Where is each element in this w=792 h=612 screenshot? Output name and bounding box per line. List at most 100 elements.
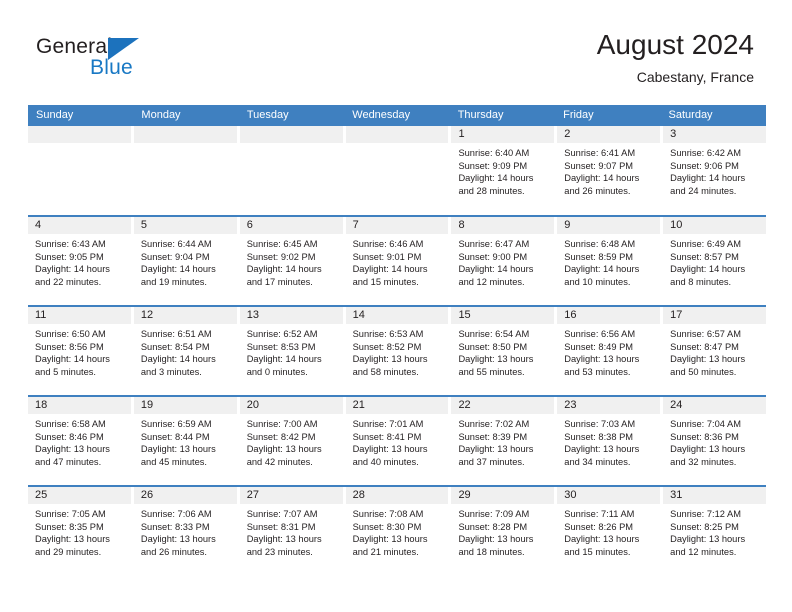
day-cell[interactable]: 28 Sunrise: 7:08 AM Sunset: 8:30 PM Dayl… [345, 487, 452, 575]
weekday-header-monday: Monday [141, 109, 181, 121]
day-cell[interactable]: 1 Sunrise: 6:40 AM Sunset: 9:09 PM Dayli… [451, 126, 558, 215]
day-cell[interactable]: 23 Sunrise: 7:03 AM Sunset: 8:38 PM Dayl… [557, 397, 664, 485]
day-cell[interactable]: 31 Sunrise: 7:12 AM Sunset: 8:25 PM Dayl… [663, 487, 767, 575]
day-cell[interactable]: 13 Sunrise: 6:52 AM Sunset: 8:53 PM Dayl… [239, 307, 346, 395]
daylight-text: Daylight: 13 hours and 32 minutes. [670, 444, 746, 467]
day-cell[interactable]: 17 Sunrise: 6:57 AM Sunset: 8:47 PM Dayl… [663, 307, 767, 395]
day-cell[interactable]: 14 Sunrise: 6:53 AM Sunset: 8:52 PM Dayl… [345, 307, 452, 395]
day-cell[interactable]: 2 Sunrise: 6:41 AM Sunset: 9:07 PM Dayli… [557, 126, 664, 215]
day-cell[interactable]: 22 Sunrise: 7:02 AM Sunset: 8:39 PM Dayl… [451, 397, 558, 485]
day-cell[interactable]: 6 Sunrise: 6:45 AM Sunset: 9:02 PM Dayli… [239, 217, 346, 305]
day-number: 27 [239, 487, 343, 504]
sunset-text: Sunset: 9:00 PM [458, 251, 528, 262]
day-details: Sunrise: 7:08 AM Sunset: 8:30 PM Dayligh… [346, 504, 449, 558]
day-number: 5 [133, 217, 237, 234]
sunrise-text: Sunrise: 6:51 AM [140, 329, 212, 339]
daylight-text: Daylight: 13 hours and 18 minutes. [458, 534, 534, 557]
day-cell[interactable]: 3 Sunrise: 6:42 AM Sunset: 9:06 PM Dayli… [663, 126, 767, 215]
day-cell[interactable]: 29 Sunrise: 7:09 AM Sunset: 8:28 PM Dayl… [451, 487, 558, 575]
daylight-text: Daylight: 13 hours and 37 minutes. [458, 444, 534, 467]
day-cell[interactable]: 11 Sunrise: 6:50 AM Sunset: 8:56 PM Dayl… [28, 307, 134, 395]
sunset-text: Sunset: 8:41 PM [352, 431, 422, 442]
day-cell[interactable]: 24 Sunrise: 7:04 AM Sunset: 8:36 PM Dayl… [663, 397, 767, 485]
daylight-text: Daylight: 14 hours and 3 minutes. [140, 354, 216, 377]
day-details: Sunrise: 6:44 AM Sunset: 9:04 PM Dayligh… [134, 234, 237, 288]
sunrise-text: Sunrise: 6:52 AM [246, 329, 318, 339]
day-number: 20 [239, 397, 343, 414]
day-cell [28, 126, 134, 215]
sunset-text: Sunset: 9:09 PM [458, 160, 528, 171]
day-cell[interactable]: 7 Sunrise: 6:46 AM Sunset: 9:01 PM Dayli… [345, 217, 452, 305]
daylight-text: Daylight: 13 hours and 21 minutes. [352, 534, 428, 557]
day-number: 25 [28, 487, 131, 504]
daylight-text: Daylight: 14 hours and 22 minutes. [35, 264, 110, 287]
day-cell[interactable]: 16 Sunrise: 6:56 AM Sunset: 8:49 PM Dayl… [557, 307, 664, 395]
weekday-header-wednesday: Wednesday [352, 109, 411, 121]
day-cell[interactable]: 12 Sunrise: 6:51 AM Sunset: 8:54 PM Dayl… [133, 307, 240, 395]
sunrise-text: Sunrise: 7:00 AM [246, 419, 318, 429]
sunrise-text: Sunrise: 6:43 AM [35, 239, 106, 249]
day-cell[interactable]: 25 Sunrise: 7:05 AM Sunset: 8:35 PM Dayl… [28, 487, 134, 575]
sunset-text: Sunset: 8:42 PM [246, 431, 316, 442]
day-number: 4 [28, 217, 131, 234]
sunrise-text: Sunrise: 6:56 AM [564, 329, 636, 339]
day-details: Sunrise: 7:05 AM Sunset: 8:35 PM Dayligh… [28, 504, 131, 558]
sunset-text: Sunset: 9:02 PM [246, 251, 316, 262]
daylight-text: Daylight: 14 hours and 24 minutes. [670, 173, 746, 196]
day-details: Sunrise: 7:04 AM Sunset: 8:36 PM Dayligh… [663, 414, 766, 468]
daylight-text: Daylight: 13 hours and 55 minutes. [458, 354, 534, 377]
day-cell[interactable]: 21 Sunrise: 7:01 AM Sunset: 8:41 PM Dayl… [345, 397, 452, 485]
day-details: Sunrise: 6:57 AM Sunset: 8:47 PM Dayligh… [663, 324, 766, 378]
sunrise-text: Sunrise: 6:53 AM [352, 329, 424, 339]
day-cell[interactable]: 15 Sunrise: 6:54 AM Sunset: 8:50 PM Dayl… [451, 307, 558, 395]
day-number: 10 [663, 217, 767, 234]
day-number [133, 126, 237, 143]
day-cell [239, 126, 346, 215]
day-cell[interactable]: 20 Sunrise: 7:00 AM Sunset: 8:42 PM Dayl… [239, 397, 346, 485]
day-number: 17 [663, 307, 767, 324]
day-cell[interactable]: 30 Sunrise: 7:11 AM Sunset: 8:26 PM Dayl… [557, 487, 664, 575]
day-details: Sunrise: 6:48 AM Sunset: 8:59 PM Dayligh… [557, 234, 660, 288]
day-cell[interactable]: 19 Sunrise: 6:59 AM Sunset: 8:44 PM Dayl… [133, 397, 240, 485]
day-cell[interactable]: 9 Sunrise: 6:48 AM Sunset: 8:59 PM Dayli… [557, 217, 664, 305]
daylight-text: Daylight: 13 hours and 29 minutes. [35, 534, 110, 557]
day-number: 24 [663, 397, 767, 414]
day-number: 31 [663, 487, 767, 504]
calendar-week-row: 11 Sunrise: 6:50 AM Sunset: 8:56 PM Dayl… [28, 305, 767, 395]
daylight-text: Daylight: 13 hours and 45 minutes. [140, 444, 216, 467]
day-details: Sunrise: 6:43 AM Sunset: 9:05 PM Dayligh… [28, 234, 131, 288]
day-number: 14 [345, 307, 449, 324]
day-number [345, 126, 449, 143]
day-details: Sunrise: 7:03 AM Sunset: 8:38 PM Dayligh… [557, 414, 660, 468]
day-number: 11 [28, 307, 131, 324]
sunrise-text: Sunrise: 6:42 AM [670, 148, 741, 158]
sunset-text: Sunset: 8:59 PM [564, 251, 634, 262]
day-cell[interactable]: 26 Sunrise: 7:06 AM Sunset: 8:33 PM Dayl… [133, 487, 240, 575]
day-details: Sunrise: 7:12 AM Sunset: 8:25 PM Dayligh… [663, 504, 766, 558]
calendar-grid: Sunday Monday Tuesday Wednesday Thursday… [28, 105, 767, 575]
daylight-text: Daylight: 13 hours and 15 minutes. [564, 534, 640, 557]
day-cell [345, 126, 452, 215]
daylight-text: Daylight: 14 hours and 10 minutes. [564, 264, 640, 287]
day-number: 6 [239, 217, 343, 234]
sunrise-text: Sunrise: 6:57 AM [670, 329, 741, 339]
day-details: Sunrise: 7:00 AM Sunset: 8:42 PM Dayligh… [240, 414, 343, 468]
day-number: 2 [557, 126, 661, 143]
day-cell[interactable]: 10 Sunrise: 6:49 AM Sunset: 8:57 PM Dayl… [663, 217, 767, 305]
day-cell[interactable]: 5 Sunrise: 6:44 AM Sunset: 9:04 PM Dayli… [133, 217, 240, 305]
sunrise-text: Sunrise: 7:03 AM [564, 419, 636, 429]
daylight-text: Daylight: 14 hours and 26 minutes. [564, 173, 640, 196]
day-cell[interactable]: 4 Sunrise: 6:43 AM Sunset: 9:05 PM Dayli… [28, 217, 134, 305]
weekday-header-friday: Friday [563, 109, 594, 121]
day-number: 22 [451, 397, 555, 414]
sunrise-text: Sunrise: 7:08 AM [352, 509, 424, 519]
day-cell[interactable]: 18 Sunrise: 6:58 AM Sunset: 8:46 PM Dayl… [28, 397, 134, 485]
day-cell[interactable]: 27 Sunrise: 7:07 AM Sunset: 8:31 PM Dayl… [239, 487, 346, 575]
day-cell[interactable]: 8 Sunrise: 6:47 AM Sunset: 9:00 PM Dayli… [451, 217, 558, 305]
day-details: Sunrise: 7:06 AM Sunset: 8:33 PM Dayligh… [134, 504, 237, 558]
general-blue-logo: General Blue [36, 35, 256, 85]
day-number: 8 [451, 217, 555, 234]
weekday-header-sunday: Sunday [36, 109, 74, 121]
sunrise-text: Sunrise: 6:45 AM [246, 239, 318, 249]
sunrise-text: Sunrise: 6:47 AM [458, 239, 530, 249]
